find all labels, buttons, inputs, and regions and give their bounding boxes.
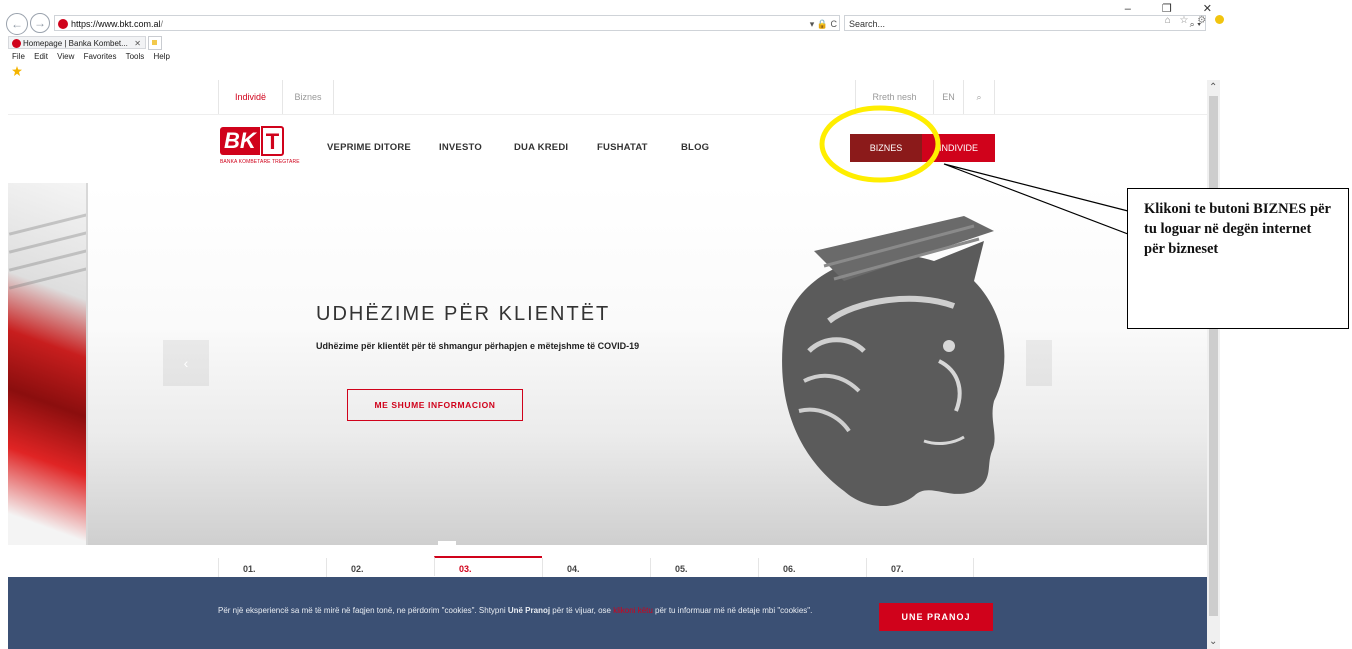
highlight-ellipse [819,105,941,183]
annotation-callout: Klikoni te butoni BIZNES për tu loguar n… [1127,188,1349,329]
callout-pointer [943,163,1129,235]
